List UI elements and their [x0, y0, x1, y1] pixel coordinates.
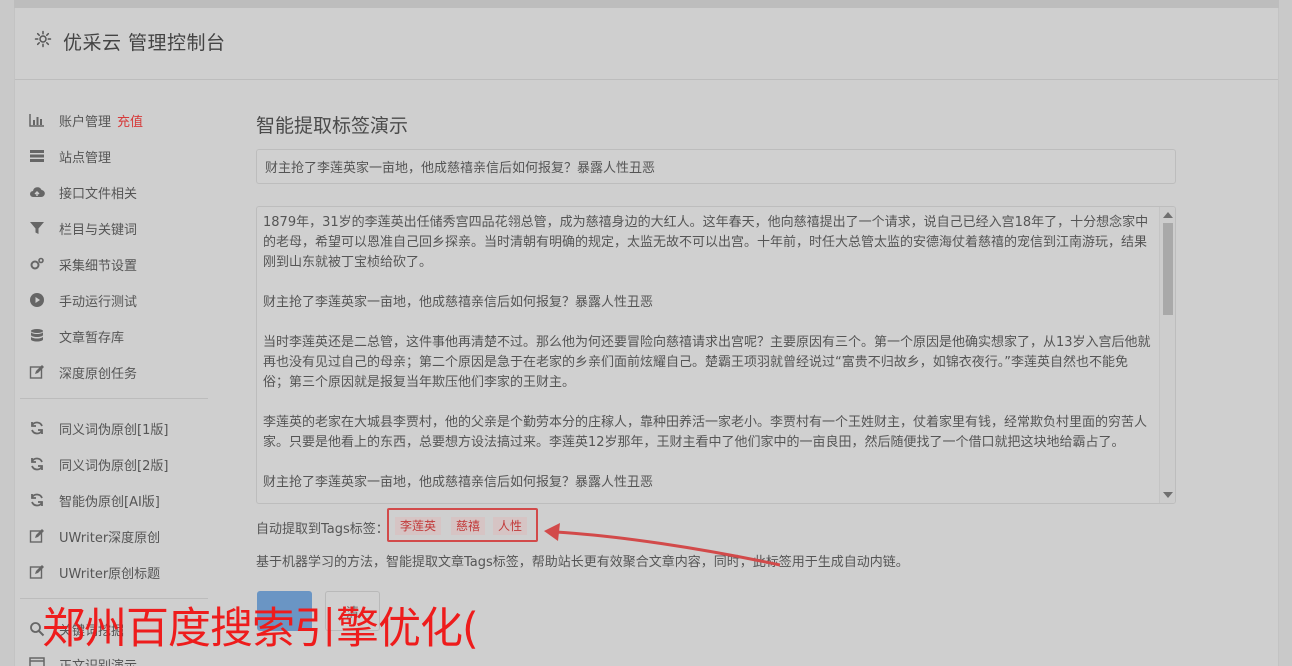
edit-icon	[28, 364, 46, 380]
edit-icon	[28, 564, 46, 580]
refresh-icon	[28, 420, 46, 436]
tags-highlight-box: 李莲英 慈禧 人性	[387, 508, 538, 542]
sidebar-divider	[20, 398, 208, 399]
scroll-up-arrow-icon[interactable]	[1163, 212, 1173, 218]
page-header: 优采云 管理控制台	[15, 8, 1278, 80]
sidebar-item-label: 文章暂存库	[59, 330, 125, 346]
scroll-down-arrow-icon[interactable]	[1163, 492, 1173, 498]
sidebar-item-label: 账户管理	[59, 114, 112, 130]
feature-description: 基于机器学习的方法，智能提取文章Tags标签，帮助站长更有效聚合文章内容，同时，…	[256, 555, 909, 570]
sidebar-item-collect-settings[interactable]: 采集细节设置	[28, 252, 218, 276]
tags-label: 自动提取到Tags标签：	[256, 521, 389, 537]
content-scrollbar[interactable]	[1159, 207, 1175, 503]
sidebar-item-label: 接口文件相关	[59, 186, 138, 202]
watermark-text: 郑州百度搜索引擎优化(	[42, 604, 479, 654]
sidebar-item-label: 同义词伪原创[1版]	[59, 422, 169, 438]
tag-chip[interactable]: 人性	[493, 517, 528, 535]
sidebar-item-label: 手动运行测试	[59, 294, 138, 310]
database-icon	[28, 328, 46, 344]
sidebar-item-manual-run[interactable]: 手动运行测试	[28, 288, 218, 312]
server-icon	[28, 148, 46, 164]
content-paragraph: 1879年，31岁的李莲英出任储秀宫四品花翎总管，成为慈禧身边的大红人。这年春天…	[263, 215, 1149, 270]
sidebar-item-uwriter-title[interactable]: UWriter原创标题	[28, 560, 218, 584]
content-paragraph: 财主抢了李莲英家一亩地，他成慈禧亲信后如何报复？暴露人性丑恶	[263, 475, 654, 490]
sidebar-item-columns-keywords[interactable]: 栏目与关键词	[28, 216, 218, 240]
cloud-upload-icon	[28, 184, 46, 200]
top-strip	[14, 0, 1279, 8]
edit-icon	[28, 528, 46, 544]
play-circle-icon	[28, 292, 46, 308]
sidebar-item-label: 正文识别演示	[59, 658, 138, 666]
refresh-icon	[28, 492, 46, 508]
article-title-input[interactable]	[256, 149, 1176, 184]
sidebar-item-article-store[interactable]: 文章暂存库	[28, 324, 218, 348]
sidebar-item-label: 智能伪原创[AI版]	[59, 494, 160, 510]
sidebar-item-label: UWriter原创标题	[59, 566, 161, 582]
sidebar-item-label: 栏目与关键词	[59, 222, 138, 238]
sidebar-item-interface-files[interactable]: 接口文件相关	[28, 180, 218, 204]
recharge-badge[interactable]: 充值	[117, 111, 143, 130]
article-content-textarea[interactable]: 1879年，31岁的李莲英出任储秀宫四品花翎总管，成为慈禧身边的大红人。这年春天…	[256, 206, 1176, 504]
sidebar-item-deep-original-task[interactable]: 深度原创任务	[28, 360, 218, 384]
scrollbar-thumb[interactable]	[1163, 223, 1173, 315]
gears-icon	[28, 256, 46, 272]
sidebar-item-label: 采集细节设置	[59, 258, 138, 274]
sidebar-item-ai-rewrite[interactable]: 智能伪原创[AI版]	[28, 488, 218, 512]
tags-row: 自动提取到Tags标签：	[256, 512, 389, 542]
article-content-text: 1879年，31岁的李莲英出任储秀宫四品花翎总管，成为慈禧身边的大红人。这年春天…	[263, 213, 1153, 503]
sidebar-item-label: UWriter深度原创	[59, 530, 161, 546]
sidebar-item-label: 同义词伪原创[2版]	[59, 458, 169, 474]
sidebar-item-account[interactable]: 账户管理 充值	[28, 108, 218, 132]
section-title: 智能提取标签演示	[256, 115, 409, 137]
gear-icon	[34, 30, 52, 48]
sidebar-item-synonym-v1[interactable]: 同义词伪原创[1版]	[28, 416, 218, 440]
sidebar-item-synonym-v2[interactable]: 同义词伪原创[2版]	[28, 452, 218, 476]
window-icon	[28, 656, 46, 666]
content-paragraph: 财主抢了李莲英家一亩地，他成慈禧亲信后如何报复？暴露人性丑恶	[263, 295, 654, 310]
content-paragraph: 李莲英的老家在大城县李贾村，他的父亲是个勤劳本分的庄稼人，靠种田养活一家老小。李…	[263, 415, 1148, 450]
sidebar-item-sites[interactable]: 站点管理	[28, 144, 218, 168]
sidebar-item-uwriter-deep[interactable]: UWriter深度原创	[28, 524, 218, 548]
content-paragraph: 当时李莲英还是二总管，这件事他再清楚不过。那么他为何还要冒险向慈禧请求出宫呢？主…	[263, 335, 1151, 390]
refresh-icon	[28, 456, 46, 472]
sidebar-item-label: 深度原创任务	[59, 366, 138, 382]
page-header-title: 优采云 管理控制台	[63, 32, 226, 54]
sidebar-item-label: 站点管理	[59, 150, 112, 166]
bar-chart-icon	[28, 112, 46, 128]
tag-chip[interactable]: 慈禧	[451, 517, 486, 535]
tag-chip[interactable]: 李莲英	[395, 517, 442, 535]
filter-icon	[28, 220, 46, 236]
